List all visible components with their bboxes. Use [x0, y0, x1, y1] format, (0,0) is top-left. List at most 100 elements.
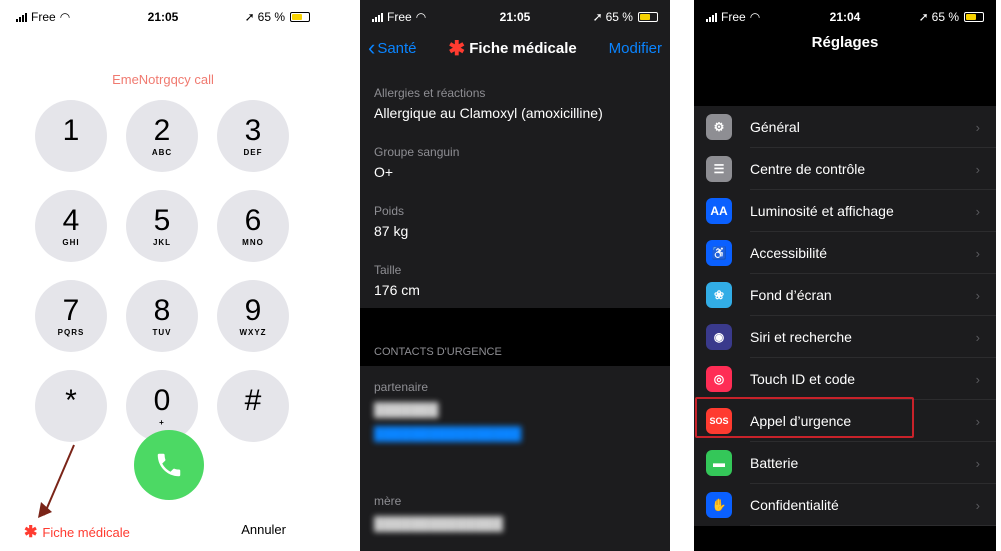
call-button[interactable]	[134, 430, 204, 500]
wifi-icon: ◠	[415, 10, 427, 24]
asterisk-icon: ✱	[24, 524, 38, 541]
page-title: Réglages	[811, 34, 879, 51]
carrier-name: Free	[387, 10, 412, 24]
settings-screen: Free ◠ 21:04 ➚ 65 % Réglages ⚙ Général › ☰ C…	[694, 0, 996, 551]
key-digit: 7	[62, 293, 80, 327]
medical-field: Taille 176 cm	[360, 249, 670, 308]
back-label: Santé	[377, 39, 417, 57]
key-2[interactable]: 2 ABC	[126, 100, 198, 172]
battery-icon	[637, 12, 658, 22]
contact-relation: mère	[374, 494, 402, 508]
battery-percent: 65 %	[605, 10, 633, 24]
settings-row-label: Général	[750, 119, 800, 135]
field-value: 87 kg	[374, 223, 409, 239]
keypad: 1 2 ABC 3 DEF 4 GHI 5 JKL 6 MNO 7 PQRS 8 TUV 9 WXYZ * 0 + #	[35, 100, 291, 442]
medical-id-screen: Free ◠ 21:05 ➚ 65 % ‹ Santé ✱ Fiche médi…	[360, 0, 670, 551]
display-icon: AA	[706, 198, 732, 224]
settings-row[interactable]: ❀ Fond d’écran ›	[694, 274, 996, 316]
settings-row-label: Fond d’écran	[750, 287, 832, 303]
page-title: ✱ Fiche médicale	[448, 37, 577, 60]
settings-row-label: Batterie	[750, 455, 799, 471]
settings-row[interactable]: ⚙ Général ›	[694, 106, 996, 148]
carrier-name: Free	[721, 10, 746, 24]
key-1[interactable]: 1	[35, 100, 107, 172]
fingerprint-icon: ◎	[706, 366, 732, 392]
key-7[interactable]: 7 PQRS	[35, 280, 107, 352]
key-letters: ABC	[151, 147, 173, 157]
hand-icon: ✋	[706, 492, 732, 518]
sos-icon: SOS	[706, 408, 732, 434]
settings-row[interactable]: ♿ Accessibilité ›	[694, 232, 996, 274]
key-digit: 3	[244, 113, 262, 147]
key-5[interactable]: 5 JKL	[126, 190, 198, 262]
field-label: Taille	[374, 263, 402, 277]
siri-icon: ◉	[706, 324, 732, 350]
key-6[interactable]: 6 MNO	[217, 190, 289, 262]
status-time: 21:05	[147, 10, 179, 24]
settings-row[interactable]: ▬ Batterie ›	[694, 442, 996, 484]
field-label: Allergies et réactions	[374, 86, 486, 100]
key-3[interactable]: 3 DEF	[217, 100, 289, 172]
signal-icon	[16, 12, 27, 22]
settings-row[interactable]: ◎ Touch ID et code ›	[694, 358, 996, 400]
contact-phone-redacted[interactable]: ████████████████	[360, 426, 670, 450]
key-letters: MNO	[242, 237, 264, 247]
contacts-header: CONTACTS D'URGENCE	[374, 346, 502, 358]
wifi-icon: ◠	[749, 10, 761, 24]
emergency-call-label: EmeNotrgqcy call	[112, 72, 214, 87]
contact-name-redacted: ███████	[374, 402, 439, 417]
key-letters: PQRS	[57, 327, 85, 337]
key-letters: TUV	[152, 327, 172, 337]
status-time: 21:04	[829, 10, 861, 24]
settings-row[interactable]: ☰ Centre de contrôle ›	[694, 148, 996, 190]
settings-row-label: Touch ID et code	[750, 371, 856, 387]
medical-field: Poids 87 kg	[360, 190, 670, 249]
chevron-right-icon: ›	[975, 203, 980, 219]
chevron-right-icon: ›	[975, 329, 980, 345]
key-star[interactable]: *	[35, 370, 107, 442]
wifi-icon: ◠	[59, 10, 71, 24]
key-letters: GHI	[62, 237, 80, 247]
medical-field: Groupe sanguin O+	[360, 131, 670, 190]
back-button[interactable]: ‹ Santé	[368, 37, 417, 59]
chevron-right-icon: ›	[975, 455, 980, 471]
settings-row[interactable]: AA Luminosité et affichage ›	[694, 190, 996, 232]
chevron-right-icon: ›	[975, 161, 980, 177]
edit-button[interactable]: Modifier	[609, 40, 662, 57]
status-time: 21:05	[499, 10, 531, 24]
chevron-right-icon: ›	[975, 245, 980, 261]
key-letters: DEF	[243, 147, 263, 157]
settings-row-label: Luminosité et affichage	[750, 203, 894, 219]
settings-row[interactable]: ◉ Siri et recherche ›	[694, 316, 996, 358]
medical-id-label: Fiche médicale	[42, 524, 130, 540]
settings-row[interactable]: ✋ Confidentialité ›	[694, 484, 996, 526]
key-digit: #	[244, 383, 262, 417]
key-letters: JKL	[152, 237, 172, 247]
key-hash[interactable]: #	[217, 370, 289, 442]
key-digit: 9	[244, 293, 262, 327]
field-value: Allergique au Clamoxyl (amoxicilline)	[374, 105, 603, 121]
key-digit: 2	[153, 113, 171, 147]
key-4[interactable]: 4 GHI	[35, 190, 107, 262]
settings-row-label: Centre de contrôle	[750, 161, 866, 177]
key-8[interactable]: 8 TUV	[126, 280, 198, 352]
key-letters: WXYZ	[239, 327, 267, 337]
asterisk-icon: ✱	[448, 37, 466, 60]
signal-icon	[706, 12, 717, 22]
key-9[interactable]: 9 WXYZ	[217, 280, 289, 352]
medical-id-link[interactable]: ✱ Fiche médicale	[24, 522, 130, 542]
battery-icon: ▬	[706, 450, 732, 476]
signal-icon	[372, 12, 383, 22]
location-icon: ➚	[244, 10, 255, 24]
key-digit: 1	[62, 113, 80, 147]
location-icon: ➚	[918, 10, 929, 24]
status-bar: Free ◠ 21:04 ➚ 65 %	[694, 0, 996, 34]
settings-row[interactable]: SOS Appel d’urgence ›	[694, 400, 996, 442]
settings-list: ⚙ Général › ☰ Centre de contrôle › AA Luminosit…	[694, 106, 996, 526]
chevron-right-icon: ›	[975, 287, 980, 303]
battery-icon	[964, 12, 985, 22]
accessibility-icon: ♿	[706, 240, 732, 266]
cancel-button[interactable]: Annuler	[241, 522, 286, 537]
phone-icon	[157, 453, 181, 477]
contact-name-redacted: ██████████████	[374, 516, 503, 531]
